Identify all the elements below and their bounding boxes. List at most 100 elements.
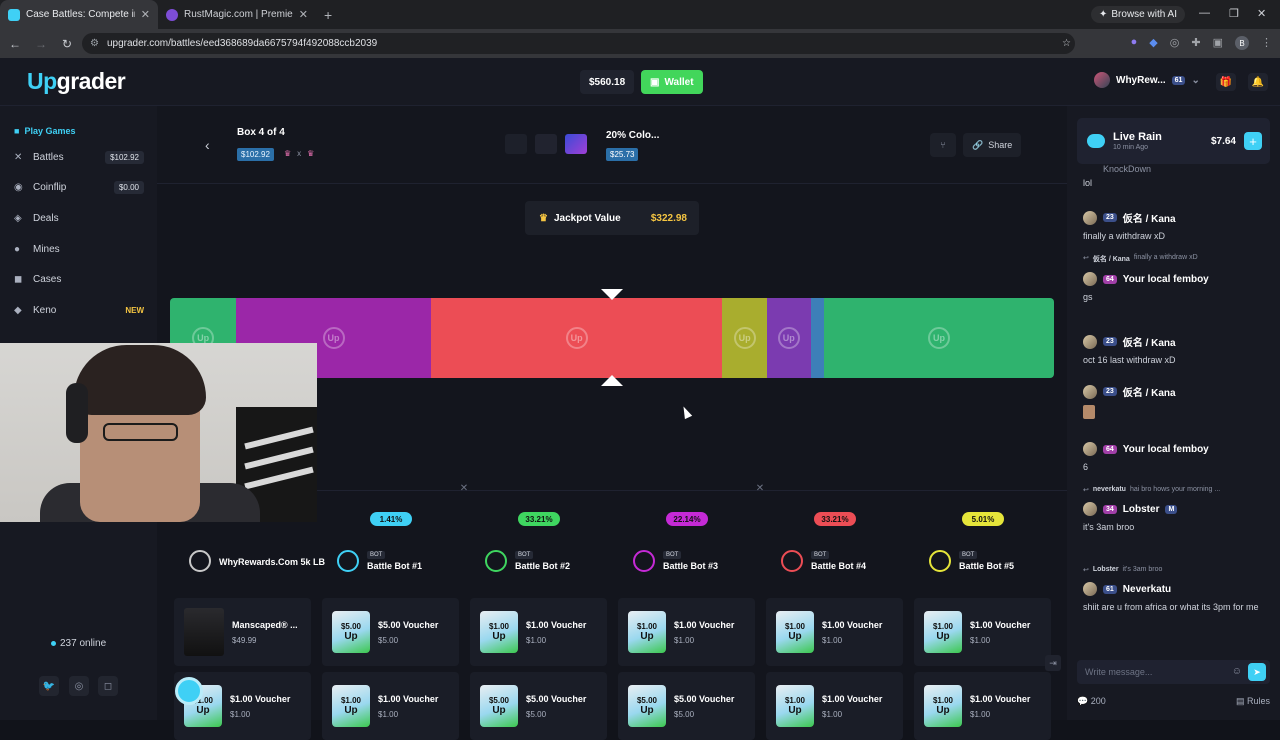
won-item-card[interactable]: $1.00 Up $1.00 Voucher $1.00 xyxy=(470,598,607,666)
play-games-heading: ■ Play Games xyxy=(14,126,75,136)
won-item-card[interactable]: Manscaped® ... $49.99 xyxy=(174,598,311,666)
reply-preview: ↩ neverkatu hai bro hows your morning ... xyxy=(1083,486,1273,494)
sidebar-item-coinflip[interactable]: ◉ Coinflip $0.00 xyxy=(14,177,144,197)
case-thumbnail[interactable] xyxy=(535,134,557,154)
won-item-card[interactable]: $1.00 Up $1.00 Voucher $1.00 xyxy=(322,672,459,740)
player-card[interactable]: BOT Battle Bot #3 xyxy=(613,550,761,572)
logo-text: grader xyxy=(56,68,126,94)
close-tab-icon[interactable]: ✕ xyxy=(141,8,150,21)
support-chat-button[interactable] xyxy=(175,677,203,705)
bookmark-star-icon[interactable]: ☆ xyxy=(1062,38,1071,49)
site-info-icon[interactable]: ⚙ xyxy=(90,38,99,49)
url-bar[interactable]: ⚙ upgrader.com/battles/eed368689da667579… xyxy=(82,33,1075,54)
player-card[interactable]: WhyRewards.Com 5k LB xyxy=(169,550,325,572)
chat-username[interactable]: Lobster xyxy=(1123,504,1160,515)
chevron-left-icon[interactable]: ‹ xyxy=(205,137,210,153)
puzzle-icon[interactable]: ✚ xyxy=(1191,36,1200,50)
browser-tab-strip: Case Battles: Compete in Myst ✕ RustMagi… xyxy=(0,0,1280,29)
instagram-icon[interactable]: ◻ xyxy=(98,676,118,696)
chat-text: shiit are u from africa or what its 3pm … xyxy=(1083,602,1259,612)
back-icon[interactable]: ← xyxy=(4,37,26,51)
tab-case-battles[interactable]: Case Battles: Compete in Myst ✕ xyxy=(0,0,158,29)
gift-icon[interactable]: 🎁 xyxy=(1216,73,1236,91)
twitter-icon[interactable]: 🐦 xyxy=(39,676,59,696)
won-item-card[interactable]: $1.00 Up $1.00 Voucher $1.00 xyxy=(914,598,1051,666)
close-tab-icon[interactable]: ✕ xyxy=(299,8,308,21)
new-tab-icon[interactable]: + xyxy=(324,7,332,23)
won-item-card[interactable]: $5.00 Up $5.00 Voucher $5.00 xyxy=(470,672,607,740)
won-item-card[interactable]: $5.00 Up $5.00 Voucher $5.00 xyxy=(618,672,755,740)
chat-message: 23 仮名 / Kana oct 16 last withdraw xD xyxy=(1083,334,1273,365)
voucher-image: $1.00 Up xyxy=(924,611,962,653)
split-icon[interactable]: ⑂ xyxy=(930,133,956,157)
collapse-chat-icon[interactable]: ⇥ xyxy=(1045,655,1061,671)
upgrader-mark-icon: Up xyxy=(322,327,345,349)
share-button[interactable]: 🔗 Share xyxy=(963,133,1022,157)
reply-icon: ↩ xyxy=(1083,255,1089,262)
voucher-image: $1.00 Up xyxy=(924,685,962,727)
bell-icon[interactable]: 🔔 xyxy=(1248,73,1268,91)
sidebar-item-deals[interactable]: ◈ Deals xyxy=(14,208,144,228)
rules-link[interactable]: ▤ Rules xyxy=(1236,696,1270,707)
chat-message: 23 仮名 / Kana xyxy=(1083,384,1273,419)
user-menu[interactable]: WhyRew... 61 ⌄ xyxy=(1094,72,1200,88)
upgrader-logo[interactable]: Upgrader xyxy=(27,68,126,95)
player-card[interactable]: BOT Battle Bot #5 xyxy=(909,550,1057,572)
chat-username[interactable]: 仮名 / Kana xyxy=(1123,210,1176,225)
extension-icon[interactable]: ◆ xyxy=(1149,36,1157,50)
extension-icon[interactable]: ● xyxy=(1131,36,1138,50)
discord-icon[interactable]: ◎ xyxy=(69,676,89,696)
sidebar-item-cases[interactable]: ◼ Cases xyxy=(14,269,144,289)
player-avatar xyxy=(337,550,359,572)
pointer-up-icon xyxy=(601,375,623,386)
browse-with-ai-button[interactable]: ✦ Browse with AI xyxy=(1091,6,1185,23)
emoji-icon[interactable]: ☺ xyxy=(1232,666,1242,677)
tab-rustmagic[interactable]: RustMagic.com | Premiere Rust ✕ xyxy=(158,0,316,29)
minimize-icon[interactable]: — xyxy=(1199,7,1210,19)
voucher-image: $5.00 Up xyxy=(332,611,370,653)
wallet-button[interactable]: ▣ Wallet xyxy=(641,70,703,94)
chat-username[interactable]: Your local femboy xyxy=(1123,444,1209,455)
upgrader-mark-icon: Up xyxy=(928,327,951,349)
chat-username[interactable]: Neverkatu xyxy=(1123,584,1171,595)
item-name: $1.00 Voucher xyxy=(970,619,1031,630)
won-item-card[interactable]: $5.00 Up $5.00 Voucher $5.00 xyxy=(322,598,459,666)
sidebar-icon[interactable]: ▣ xyxy=(1213,36,1223,50)
sidebar-item-keno[interactable]: ◆ Keno NEW xyxy=(14,300,144,320)
player-card[interactable]: BOT Battle Bot #2 xyxy=(465,550,613,572)
case-thumbnail[interactable] xyxy=(505,134,527,154)
won-item-card[interactable]: $1.00 Up $1.00 Voucher $1.00 xyxy=(914,672,1051,740)
reply-preview: ↩ Lobster it's 3am broo xyxy=(1083,566,1273,574)
person-hair xyxy=(74,345,206,415)
chat-username[interactable]: Your local femboy xyxy=(1123,274,1209,285)
close-window-icon[interactable]: ✕ xyxy=(1257,7,1266,20)
extension-icon[interactable]: ◎ xyxy=(1170,36,1180,50)
won-item-card[interactable]: $1.00 Up $1.00 Voucher $1.00 xyxy=(766,672,903,740)
chat-username[interactable]: 仮名 / Kana xyxy=(1123,334,1176,349)
sidebar-item-mines[interactable]: ● Mines xyxy=(14,239,144,259)
forward-icon[interactable]: → xyxy=(30,37,52,51)
case-thumbnail-active[interactable] xyxy=(565,134,587,154)
balance-display[interactable]: $560.18 xyxy=(580,70,635,94)
chat-text: gs xyxy=(1083,292,1093,302)
won-item-card[interactable]: $1.00 Up $1.00 Voucher $1.00 xyxy=(766,598,903,666)
add-to-rain-button[interactable]: + xyxy=(1244,132,1262,150)
live-rain-card[interactable]: Live Rain 10 min Ago $7.64 + xyxy=(1077,118,1270,164)
battles-value-badge: $102.92 xyxy=(105,150,144,164)
chat-username[interactable]: 仮名 / Kana xyxy=(1123,384,1176,399)
voucher-image: $1.00 Up xyxy=(776,611,814,653)
sidebar-item-battles[interactable]: ✕ Battles $102.92 xyxy=(14,147,144,167)
player-card[interactable]: BOT Battle Bot #4 xyxy=(761,550,909,572)
player-card[interactable]: BOT Battle Bot #1 xyxy=(317,550,465,572)
reload-icon[interactable]: ↻ xyxy=(56,37,78,51)
reply-text: finally a withdraw xD xyxy=(1133,254,1198,261)
chat-message-input[interactable]: Write message... ☺ ➤ xyxy=(1077,660,1270,684)
profile-avatar[interactable]: B xyxy=(1235,36,1249,50)
won-item-card[interactable]: $1.00 Up $1.00 Voucher $1.00 xyxy=(618,598,755,666)
chat-message-partial: KnockDown lol xyxy=(1083,164,1273,188)
item-price: $1.00 xyxy=(822,635,843,645)
menu-dots-icon[interactable]: ⋮ xyxy=(1261,36,1272,50)
maximize-icon[interactable]: ❐ xyxy=(1229,7,1239,20)
send-icon[interactable]: ➤ xyxy=(1248,663,1266,681)
bot-badge: BOT xyxy=(367,551,386,559)
